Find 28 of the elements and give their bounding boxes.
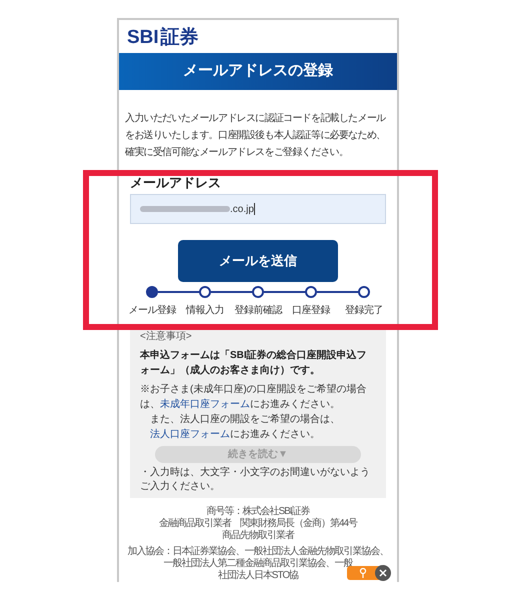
- text-cursor: [254, 203, 255, 216]
- form-link[interactable]: 法人口座フォーム: [150, 429, 230, 440]
- footer-text: 金融商品取引業者 関東財務局長（金商）第44号: [158, 518, 358, 530]
- email-field[interactable]: .co.jp: [130, 194, 386, 224]
- step-label: 口座登録: [292, 306, 330, 316]
- close-button[interactable]: [375, 565, 391, 581]
- notes-text: ※お子さま(未成年口座)の口座開設をご希望の場合は、未成年口座フォームにお進みください。: [140, 382, 368, 412]
- footer-text: 一般社団法人第二種金融商品取引業協会、一般社団法人日本STO協: [163, 558, 353, 582]
- pin-icon: [359, 568, 367, 578]
- close-icon: [379, 569, 387, 577]
- step-label: 情報入力: [186, 306, 224, 316]
- field-label: メールアドレス: [130, 174, 222, 192]
- notes-text: また、法人口座の開設をご希望の場合は、 法人口座フォームにお進みください。: [149, 412, 341, 442]
- notes-heading: <注意事項>: [140, 330, 193, 344]
- logo: SBI証券: [127, 28, 199, 47]
- form-link[interactable]: 未成年口座フォーム: [160, 399, 250, 410]
- send-mail-button[interactable]: メールを送信: [178, 240, 338, 282]
- step-label: 登録完了: [345, 306, 383, 316]
- intro-text: 入力いただいたメールアドレスに認証コードを記載したメールをお送りいたします。口座開設後も本人認証等に必要なため、確実に受信可能なメールアドレスをご登録ください。: [125, 112, 387, 160]
- page-title: メールアドレスの登録: [183, 61, 333, 82]
- step-label: 登録前確認: [234, 306, 282, 316]
- footer-text: 商号等：株式会社SBI証券: [206, 506, 310, 518]
- floating-tab[interactable]: [347, 566, 379, 580]
- step-label: メール登録: [128, 306, 176, 316]
- notes-bullet: ・入力時は、大文字・小文字のお間違いがないようご入力ください。: [140, 466, 371, 494]
- footer-text: 商品先物取引業者: [222, 530, 294, 542]
- notes-lead: 本申込フォームは「SBI証券の総合口座開設申込フォーム」（成人のお客さま向け）です。: [140, 348, 368, 378]
- footer-text: 加入協会：日本証券業協会、一般社団法人金融先物取引業協会、: [128, 546, 388, 558]
